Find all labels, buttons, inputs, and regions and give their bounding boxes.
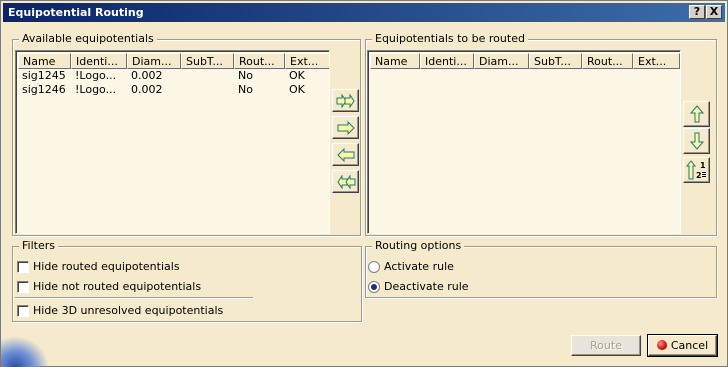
available-list-header: Name Identi... Diam... SubT... Rout... E…	[18, 53, 329, 69]
column-header-identifier[interactable]: Identi...	[420, 53, 474, 69]
cell-name: sig1246	[22, 83, 66, 96]
cell-name: sig1245	[22, 69, 66, 82]
cell-identifier: !Logo...	[75, 83, 117, 96]
hide-not-routed-label: Hide not routed equipotentials	[33, 280, 202, 293]
column-header-extremities[interactable]: Ext...	[633, 53, 680, 69]
filters-group-label: Filters	[19, 239, 58, 252]
cancel-icon	[656, 340, 667, 350]
cell-extremities: OK	[289, 69, 305, 82]
cell-routed: No	[238, 69, 253, 82]
add-selected-icon	[337, 121, 355, 135]
activate-rule-radio[interactable]	[368, 261, 380, 273]
remove-all-icon	[337, 175, 356, 189]
hide-routed-label: Hide routed equipotentials	[33, 260, 180, 273]
cancel-label: Cancel	[670, 339, 709, 352]
remove-selected-button[interactable]	[332, 143, 359, 166]
hide-routed-checkbox[interactable]	[17, 261, 29, 273]
close-button[interactable]: X	[706, 5, 722, 19]
cell-diameter: 0.002	[131, 83, 163, 96]
move-up-icon	[689, 105, 705, 123]
available-list[interactable]: Name Identi... Diam... SubT... Rout... E…	[15, 50, 330, 234]
column-header-name[interactable]: Name	[370, 53, 420, 69]
sort-order-icon: 1 2	[686, 160, 706, 180]
cell-subtype	[181, 69, 234, 83]
add-selected-button[interactable]	[332, 116, 359, 139]
remove-all-button[interactable]	[332, 170, 359, 193]
to-be-routed-group-label: Equipotentials to be routed	[372, 32, 528, 45]
available-list-rows: sig1245 !Logo... 0.002 No OK sig1246 !Lo…	[18, 69, 329, 97]
title-bar[interactable]: Equipotential Routing ? X	[3, 3, 725, 22]
column-header-extremities[interactable]: Ext...	[285, 53, 329, 69]
cell-subtype	[181, 83, 234, 97]
cell-extremities: OK	[289, 83, 305, 96]
cell-routed: No	[238, 83, 253, 96]
cell-identifier: !Logo...	[75, 69, 117, 82]
remove-selected-icon	[337, 148, 355, 162]
to-be-routed-list-header: Name Identi... Diam... SubT... Rout... E…	[370, 53, 680, 69]
filters-divider	[15, 297, 253, 299]
move-down-icon	[689, 132, 705, 150]
equipotential-routing-dialog: Equipotential Routing ? X Available equi…	[0, 0, 728, 367]
table-row[interactable]: sig1245 !Logo... 0.002 No OK	[18, 69, 329, 83]
column-header-diameter[interactable]: Diam...	[127, 53, 181, 69]
hide-3d-unresolved-label: Hide 3D unresolved equipotentials	[33, 304, 224, 317]
to-be-routed-list[interactable]: Name Identi... Diam... SubT... Rout... E…	[367, 50, 681, 234]
svg-text:2: 2	[696, 171, 702, 180]
cancel-button[interactable]: Cancel	[647, 334, 718, 357]
sort-order-button[interactable]: 1 2	[683, 157, 710, 183]
hide-not-routed-checkbox[interactable]	[17, 281, 29, 293]
product-logo-decoration	[1, 336, 49, 367]
route-button[interactable]: Route	[571, 335, 641, 356]
available-group-label: Available equipotentials	[19, 32, 157, 45]
routing-options-group-label: Routing options	[372, 239, 465, 252]
column-header-subtype[interactable]: SubT...	[181, 53, 234, 69]
add-all-button[interactable]	[332, 89, 359, 112]
deactivate-rule-label: Deactivate rule	[384, 280, 469, 293]
column-header-identifier[interactable]: Identi...	[71, 53, 127, 69]
column-header-name[interactable]: Name	[18, 53, 71, 69]
column-header-diameter[interactable]: Diam...	[474, 53, 529, 69]
cell-diameter: 0.002	[131, 69, 163, 82]
add-all-icon	[336, 94, 355, 108]
deactivate-rule-radio[interactable]	[368, 281, 380, 293]
help-button[interactable]: ?	[689, 5, 705, 19]
move-down-button[interactable]	[683, 128, 710, 154]
svg-text:1: 1	[700, 161, 706, 170]
table-row[interactable]: sig1246 !Logo... 0.002 No OK	[18, 83, 329, 97]
hide-3d-unresolved-checkbox[interactable]	[17, 305, 29, 317]
window-title: Equipotential Routing	[8, 6, 144, 19]
move-up-button[interactable]	[683, 101, 710, 127]
column-header-routed[interactable]: Rout...	[582, 53, 633, 69]
column-header-subtype[interactable]: SubT...	[529, 53, 582, 69]
activate-rule-label: Activate rule	[384, 260, 454, 273]
column-header-routed[interactable]: Rout...	[234, 53, 285, 69]
